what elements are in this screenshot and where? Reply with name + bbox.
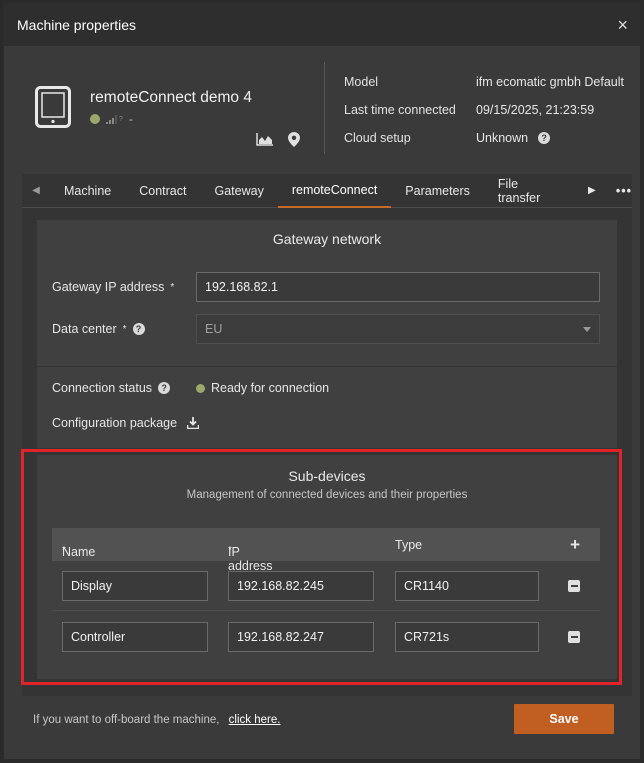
- required-marker: *: [170, 281, 175, 293]
- help-icon[interactable]: ?: [158, 382, 171, 394]
- meta-key: Last time connected: [344, 103, 456, 117]
- meta-value: Unknown: [476, 131, 529, 145]
- label-text: Connection status: [52, 381, 153, 395]
- subdevice-type-input[interactable]: CR1140: [395, 571, 539, 601]
- tab-machine[interactable]: Machine: [50, 174, 125, 208]
- meta-key: Model: [344, 75, 379, 89]
- signal-unknown-icon: ?: [119, 115, 123, 123]
- device-status-text: -: [128, 112, 133, 126]
- area-chart-icon[interactable]: [256, 132, 274, 146]
- device-summary: remoteConnect demo 4 ? - Model ifm ecoma…: [4, 46, 640, 168]
- connection-status-value: Ready for connection: [196, 381, 329, 395]
- label-text: Gateway IP address: [52, 280, 165, 294]
- sub-devices-section: Sub-devices Management of connected devi…: [37, 455, 617, 679]
- save-button[interactable]: Save: [514, 704, 614, 734]
- tab-contract[interactable]: Contract: [125, 174, 200, 208]
- configuration-package: Configuration package: [52, 416, 200, 430]
- location-pin-icon[interactable]: [288, 132, 300, 147]
- divider: [324, 62, 325, 154]
- tab-scroll-right-icon[interactable]: ▶: [578, 185, 606, 196]
- required-marker: *: [62, 544, 66, 556]
- status-dot: [196, 383, 205, 393]
- offboard-message: If you want to off-board the machine, cl…: [33, 714, 280, 726]
- device-metadata: Model ifm ecomatic gmbh Default Last tim…: [344, 68, 624, 152]
- dialog-title: Machine properties: [17, 17, 137, 33]
- message-text: If you want to off-board the machine,: [33, 714, 220, 726]
- tab-scroll-left-icon[interactable]: ◀: [22, 185, 50, 196]
- gateway-ip-label: Gateway IP address *: [52, 280, 174, 294]
- table-header: Name * IP address * Type +: [52, 528, 600, 573]
- section-subtitle: Management of connected devices and thei…: [186, 489, 468, 501]
- section-heading: Sub-devices: [288, 468, 366, 484]
- subdevice-type-input[interactable]: CR721s: [395, 622, 539, 652]
- online-status-dot: [90, 114, 100, 124]
- tab-panel: ◀ Machine Contract Gateway remoteConnect…: [22, 174, 632, 696]
- meta-value: 09/15/2025, 21:23:59: [476, 103, 595, 117]
- add-subdevice-icon[interactable]: +: [570, 535, 580, 555]
- table-row: Controller 192.168.82.247 CR721s: [52, 612, 600, 662]
- tab-parameters[interactable]: Parameters: [391, 174, 484, 208]
- subdevice-ip-input[interactable]: 192.168.82.247: [228, 622, 374, 652]
- required-marker: *: [122, 323, 127, 335]
- gateway-ip-input[interactable]: 192.168.82.1: [196, 272, 600, 302]
- close-icon[interactable]: ×: [617, 16, 628, 34]
- meta-value-wrap: Unknown ?: [476, 131, 551, 145]
- device-status: ? -: [90, 112, 133, 126]
- connection-section: Connection status ? Ready for connection…: [37, 366, 617, 448]
- select-value: EU: [205, 322, 223, 336]
- meta-row-last-connected: Last time connected 09/15/2025, 21:23:59: [344, 96, 624, 124]
- download-icon[interactable]: [187, 417, 200, 429]
- offboard-link[interactable]: click here.: [229, 714, 281, 726]
- help-icon[interactable]: ?: [538, 132, 551, 144]
- column-label: Name: [62, 544, 96, 559]
- device-actions: [256, 132, 300, 147]
- signal-strength-icon: [106, 114, 117, 124]
- label-text: Configuration package: [52, 416, 178, 430]
- tab-gateway[interactable]: Gateway: [200, 174, 277, 208]
- tablet-icon: [35, 86, 71, 128]
- meta-key: Cloud setup: [344, 131, 411, 145]
- meta-row-cloud-setup: Cloud setup Unknown ?: [344, 124, 624, 152]
- status-text: Ready for connection: [211, 381, 330, 395]
- remove-subdevice-icon[interactable]: [568, 580, 580, 592]
- tab-remoteconnect[interactable]: remoteConnect: [277, 174, 392, 208]
- subdevice-ip-input[interactable]: 192.168.82.245: [228, 571, 374, 601]
- tab-file-transfer[interactable]: File transfer: [484, 174, 578, 208]
- dialog-footer: If you want to off-board the machine, cl…: [4, 704, 640, 744]
- help-icon[interactable]: ?: [132, 323, 145, 335]
- dialog-titlebar: Machine properties ×: [4, 4, 640, 46]
- data-center-select[interactable]: EU: [196, 314, 600, 344]
- remove-subdevice-icon[interactable]: [568, 631, 580, 643]
- chevron-down-icon: [583, 326, 591, 332]
- table-row: Display 192.168.82.245 CR1140: [52, 561, 600, 611]
- subdevice-name-input[interactable]: Controller: [62, 622, 208, 652]
- tab-bar: ◀ Machine Contract Gateway remoteConnect…: [22, 174, 632, 208]
- connection-status-label: Connection status ?: [52, 381, 171, 395]
- required-marker: *: [228, 544, 232, 556]
- meta-row-model: Model ifm ecomatic gmbh Default: [344, 68, 624, 96]
- section-heading: Gateway network: [272, 231, 382, 247]
- subdevice-name-input[interactable]: Display: [62, 571, 208, 601]
- machine-properties-dialog: Machine properties × remoteConnect demo …: [3, 3, 641, 760]
- meta-value: ifm ecomatic gmbh Default: [476, 75, 624, 89]
- column-header-type: Type: [395, 537, 423, 552]
- data-center-label: Data center * ?: [52, 322, 145, 336]
- label-text: Data center: [52, 322, 117, 336]
- more-tabs-icon[interactable]: •••: [616, 184, 632, 198]
- gateway-network-section: Gateway network Gateway IP address * 192.…: [37, 220, 617, 366]
- device-name: remoteConnect demo 4: [90, 89, 252, 106]
